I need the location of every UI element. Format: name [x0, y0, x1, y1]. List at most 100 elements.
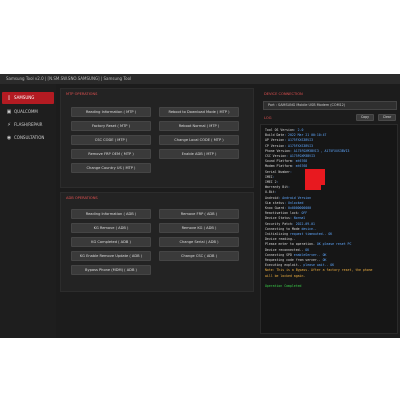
mtp-button-5[interactable]: Change Local CODE ( MTP ) — [159, 135, 239, 145]
redaction-bar — [305, 169, 325, 185]
log-key: Sim status — [265, 200, 285, 205]
adb-button-0[interactable]: Reading Information ( ADB ) — [71, 209, 151, 219]
log-value: : mt6768 — [291, 159, 308, 164]
right-panel: DEVICE CONNECTION Port : SAMSUNG Mobile … — [258, 84, 400, 338]
log-key: Connecting SPD — [265, 252, 292, 257]
log-value: please wait.. OK — [301, 263, 335, 268]
log-key: Sound Platform — [265, 159, 292, 164]
sidebar-item-qualcomm[interactable]: ▣ QUALCOMM — [2, 106, 54, 118]
log-value: OK — [320, 258, 327, 262]
sidebar-item-flash-repair[interactable]: ⚡ FLASH/REPAIR — [2, 119, 54, 131]
log-key: Serial Number — [265, 169, 290, 174]
log-value: : — [274, 190, 277, 195]
log-value: : 2022 Mar 21 00:10:47 — [284, 133, 327, 138]
log-value: : A175FOXM3BVI3 , A175FXXS3BVI3 — [289, 148, 350, 153]
log-value: : Android Version — [278, 195, 312, 200]
log-key: Security Patch — [265, 221, 292, 226]
mtp-button-6[interactable]: Remove FRP OEM ( MTP ) — [71, 149, 151, 159]
log-value: : — [288, 185, 290, 190]
port-select[interactable]: Port : SAMSUNG Mobile USB Modem (COM12) — [263, 101, 397, 110]
log-key: Please enter to operation. — [265, 242, 315, 247]
mtp-button-8[interactable]: Change Country US ( MTP ) — [71, 163, 151, 173]
mtp-button-1[interactable]: Reboot to Download Mode ( MTP ) — [159, 107, 239, 117]
log-value: : — [276, 180, 279, 184]
sidebar: ▯ SAMSUNG ▣ QUALCOMM ⚡ FLASH/REPAIR ◉ CO… — [0, 84, 56, 338]
mtp-button-2[interactable]: Factory Reset ( MTP ) — [71, 121, 151, 131]
log-line: Tool OS Version: 2.0 — [265, 128, 303, 132]
log-value: : — [272, 174, 275, 179]
log-line: Security Patch: 2022-09-01 — [265, 222, 315, 226]
log-key: IMEI 2 — [265, 180, 277, 184]
adb-button-3[interactable]: Remove KG ( ADB ) — [159, 223, 239, 233]
log-value: request timeouted.. OK — [288, 232, 333, 236]
device-connection-title: DEVICE CONNECTION — [264, 92, 303, 96]
log-value: : A175FXXS3BVI3 — [284, 138, 313, 143]
log-line: Knox Guard: 0x0000000000 — [265, 206, 311, 210]
log-line: Android: Android Version — [265, 196, 311, 200]
log-value: enableServer.. OK — [291, 252, 327, 257]
log-line: Reactivation lock: OFF — [265, 211, 307, 215]
log-line: IMEI: — [265, 175, 275, 179]
sidebar-item-samsung[interactable]: ▯ SAMSUNG — [2, 92, 54, 104]
log-value: device.. — [299, 226, 317, 231]
log-line: Requesting code from server.. OK — [265, 258, 326, 262]
log-value: : OFF — [297, 211, 308, 216]
sidebar-item-label: SAMSUNG — [14, 95, 35, 100]
phone-icon: ▯ — [7, 95, 11, 101]
chat-icon: ◉ — [6, 135, 12, 141]
adb-button-2[interactable]: KG Remove ( ADB ) — [71, 223, 151, 233]
mtp-button-7[interactable]: Enable ADB ( MTP ) — [159, 149, 239, 159]
log-key: Modem Platform — [265, 164, 292, 169]
sidebar-item-label: CONSULTATION — [14, 135, 45, 140]
log-line: Warranty Bit: — [265, 185, 290, 189]
log-key: Warranty Bit — [265, 185, 289, 190]
log-key: Reactivation lock — [265, 211, 298, 216]
log-line: Initializing request timeouted.. OK — [265, 232, 332, 236]
mtp-panel: MTP OPERATIONS Reading Information ( MTP… — [60, 88, 254, 188]
clear-button[interactable]: Clear — [378, 114, 396, 121]
log-value: : — [289, 169, 292, 174]
bolt-icon: ⚡ — [7, 122, 11, 128]
log-value: : Normal — [289, 216, 306, 221]
log-line: Sound Platform: mt6768 — [265, 159, 307, 163]
log-line: Device reconnected.. OK — [265, 248, 309, 252]
log-value: OK — [303, 247, 310, 252]
log-key: Knox Guard — [265, 206, 285, 210]
adb-button-1[interactable]: Remove FRP ( ADB ) — [159, 209, 239, 219]
log-key: Operation Completed — [265, 284, 302, 288]
log-title: LOG — [264, 116, 272, 120]
log-value: : 0x0000000000 — [284, 206, 312, 210]
copy-button[interactable]: Copy — [356, 114, 374, 121]
log-line: Operation Completed — [265, 284, 301, 288]
log-line: Device reading.. — [265, 237, 296, 241]
title-bar: Samsung Tool v2.0 | [N.SM.SW.SNO.SAMSUNG… — [0, 74, 400, 84]
log-line: will be locked again. — [265, 274, 305, 278]
log-key: will be locked again. — [265, 273, 306, 278]
log-value: OK please reset PC — [314, 242, 352, 247]
sidebar-item-consultation[interactable]: ◉ CONSULTATION — [2, 132, 54, 144]
adb-button-6[interactable]: KG Enable Remove Update ( ADB ) — [71, 251, 151, 261]
log-line: Note: This is a Bypass. After a factory … — [265, 268, 372, 272]
mtp-button-4[interactable]: CSC CODE ( MTP ) — [71, 135, 151, 145]
log-key: CSC Version — [265, 154, 287, 158]
adb-panel: ADB OPERATIONS Reading Information ( ADB… — [60, 192, 254, 292]
log-line: Connecting SPD enableServer.. OK — [265, 253, 326, 257]
log-key: Device reading.. — [265, 237, 296, 242]
log-value: : mt6768 — [291, 164, 308, 169]
main-area: MTP OPERATIONS Reading Information ( MTP… — [60, 84, 255, 338]
mtp-button-0[interactable]: Reading Information ( MTP ) — [71, 107, 151, 117]
log-key: Requesting code from server.. — [265, 258, 321, 262]
adb-button-4[interactable]: KG Completed ( ADB ) — [71, 237, 151, 247]
log-key: U-Bit — [265, 190, 275, 195]
log-key: Tool OS Version — [265, 128, 294, 132]
adb-button-7[interactable]: Change CSC ( ADB ) — [159, 251, 239, 261]
mtp-button-3[interactable]: Reboot Normal ( MTP ) — [159, 121, 239, 131]
log-key: IMEI — [265, 174, 273, 179]
adb-button-8[interactable]: Bypass Phone (MDM) ( ADB ) — [71, 265, 151, 275]
adb-button-5[interactable]: Change Serial ( ADB ) — [159, 237, 239, 247]
log-key: Android — [265, 195, 279, 200]
log-line: AP Version: A175FXXS3BVI3 — [265, 138, 313, 142]
log-line: Connecting to Mode device.. — [265, 227, 317, 231]
log-key: Device reconnected.. — [265, 247, 304, 252]
log-line: Phone Version: A175FOXM3BVI3 , A175FXXS3… — [265, 149, 349, 153]
